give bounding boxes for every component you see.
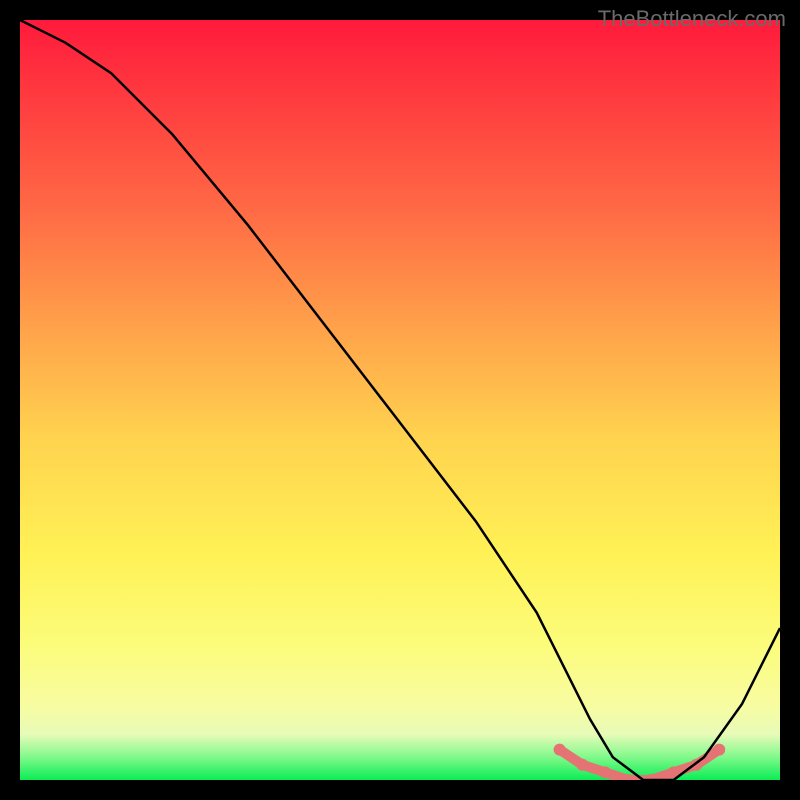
highlight-dot <box>554 744 566 756</box>
highlight-dot <box>599 766 611 778</box>
chart-svg <box>20 20 780 780</box>
watermark-text: TheBottleneck.com <box>598 6 786 32</box>
chart-plot-area <box>20 20 780 780</box>
highlight-dot <box>576 759 588 771</box>
highlight-dot <box>713 744 725 756</box>
bottleneck-curve <box>20 20 780 780</box>
